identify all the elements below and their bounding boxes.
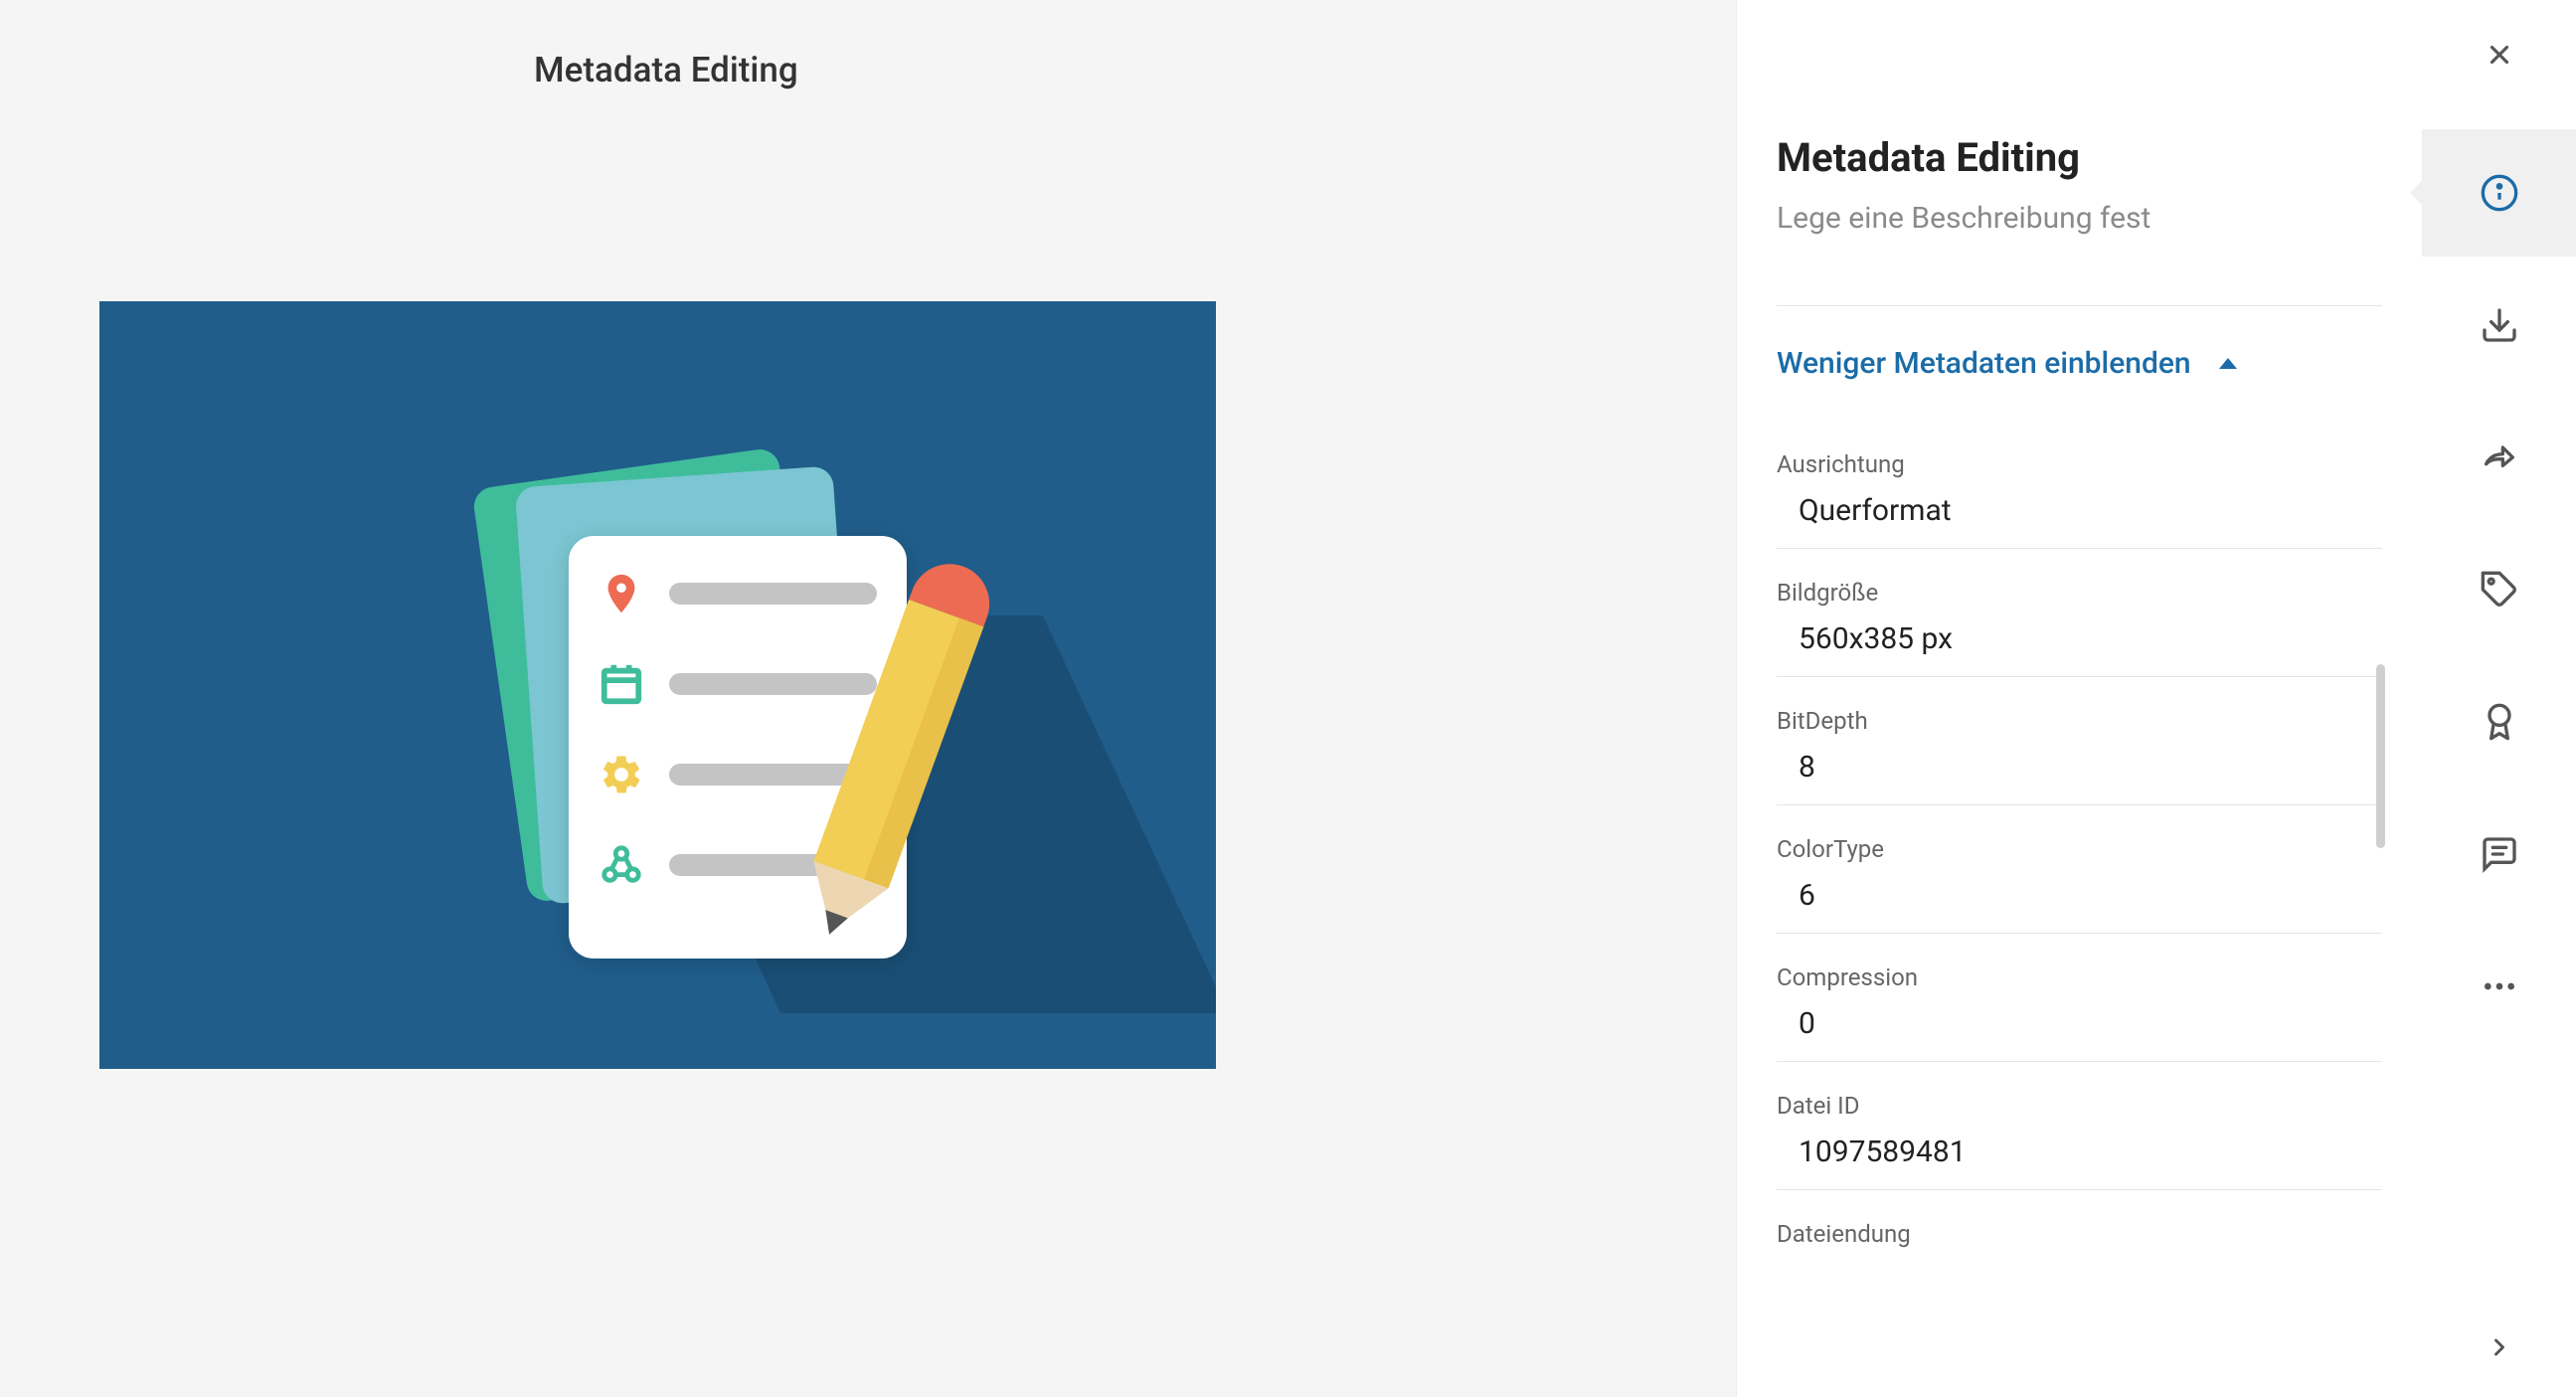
page-title: Metadata Editing bbox=[534, 50, 1636, 90]
comment-tab[interactable] bbox=[2422, 790, 2576, 918]
metadata-field: Compression 0 bbox=[1777, 963, 2382, 1062]
image-preview[interactable] bbox=[99, 301, 1216, 1069]
metadata-field: Dateiendung bbox=[1777, 1220, 2382, 1248]
award-icon bbox=[2480, 702, 2519, 742]
action-rail bbox=[2422, 0, 2576, 1397]
chevron-right-icon bbox=[2486, 1333, 2513, 1361]
metadata-label: Compression bbox=[1777, 963, 2382, 991]
comment-icon bbox=[2480, 834, 2519, 874]
metadata-value[interactable]: 1097589481 bbox=[1777, 1135, 2382, 1169]
info-tab[interactable] bbox=[2422, 129, 2576, 257]
caret-up-icon bbox=[2219, 358, 2237, 369]
metadata-field: BitDepth 8 bbox=[1777, 707, 2382, 805]
metadata-value[interactable]: 0 bbox=[1777, 1006, 2382, 1041]
preview-panel: Metadata Editing bbox=[0, 0, 1736, 1397]
metadata-value[interactable]: 560x385 px bbox=[1777, 621, 2382, 656]
download-tab[interactable] bbox=[2422, 262, 2576, 389]
metadata-value[interactable]: Querformat bbox=[1777, 493, 2382, 528]
metadata-value[interactable]: 8 bbox=[1777, 750, 2382, 785]
scrollbar-thumb[interactable] bbox=[2376, 664, 2385, 848]
share-tab[interactable] bbox=[2422, 394, 2576, 521]
metadata-field: Ausrichtung Querformat bbox=[1777, 450, 2382, 549]
detail-title: Metadata Editing bbox=[1777, 134, 2382, 181]
tag-tab[interactable] bbox=[2422, 526, 2576, 653]
close-button[interactable] bbox=[2470, 25, 2529, 85]
expand-button[interactable] bbox=[2470, 1317, 2529, 1377]
info-icon bbox=[2480, 173, 2519, 213]
metadata-label: Ausrichtung bbox=[1777, 450, 2382, 478]
metadata-label: Dateiendung bbox=[1777, 1220, 2382, 1248]
metadata-field: ColorType 6 bbox=[1777, 835, 2382, 934]
share-icon bbox=[2480, 437, 2519, 477]
metadata-list[interactable]: Ausrichtung Querformat Bildgröße 560x385… bbox=[1777, 450, 2382, 1248]
divider bbox=[1777, 305, 2382, 306]
tag-icon bbox=[2480, 570, 2519, 610]
description-field[interactable]: Lege eine Beschreibung fest bbox=[1777, 201, 2382, 236]
metadata-label: BitDepth bbox=[1777, 707, 2382, 735]
details-panel: Metadata Editing Lege eine Beschreibung … bbox=[1736, 0, 2576, 1397]
more-icon bbox=[2480, 966, 2519, 1006]
metadata-label: Bildgröße bbox=[1777, 579, 2382, 607]
toggle-label: Weniger Metadaten einblenden bbox=[1777, 346, 2191, 381]
metadata-field: Datei ID 1097589481 bbox=[1777, 1092, 2382, 1190]
toggle-metadata-button[interactable]: Weniger Metadaten einblenden bbox=[1777, 346, 2382, 381]
award-tab[interactable] bbox=[2422, 658, 2576, 786]
metadata-value[interactable]: 6 bbox=[1777, 878, 2382, 913]
metadata-field: Bildgröße 560x385 px bbox=[1777, 579, 2382, 677]
metadata-label: ColorType bbox=[1777, 835, 2382, 863]
close-icon bbox=[2485, 40, 2514, 70]
more-tab[interactable] bbox=[2422, 923, 2576, 1050]
download-icon bbox=[2480, 305, 2519, 345]
illustration bbox=[360, 427, 956, 944]
metadata-label: Datei ID bbox=[1777, 1092, 2382, 1120]
